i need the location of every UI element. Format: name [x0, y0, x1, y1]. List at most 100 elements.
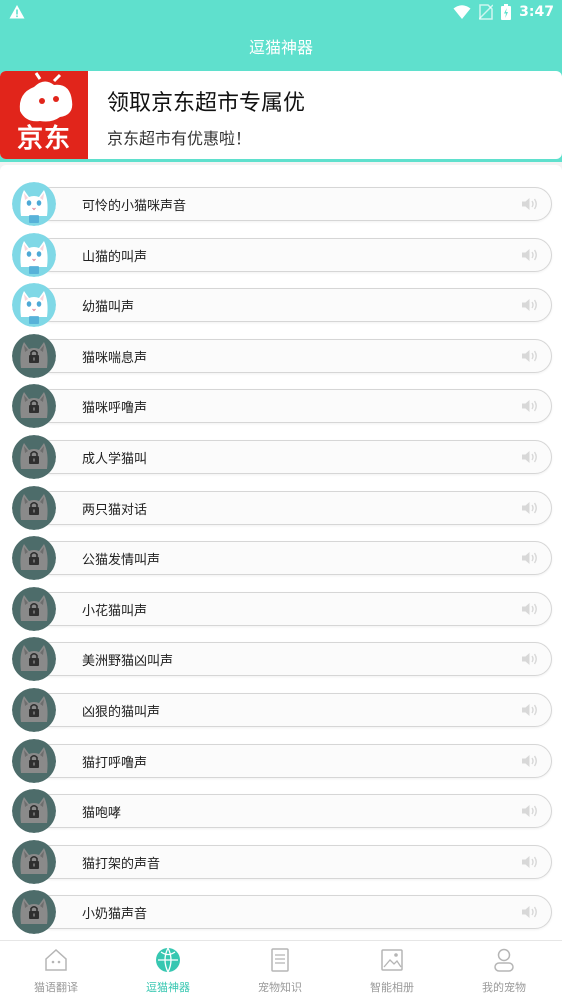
- sound-label: 凶狠的猫叫声: [82, 705, 161, 720]
- sound-label: 山猫的叫声: [82, 249, 148, 265]
- tab-label: 宠物知识: [258, 981, 302, 994]
- sound-play-button[interactable]: 小奶猫声音: [34, 895, 552, 930]
- locked-cat-avatar: [12, 839, 56, 884]
- sound-item[interactable]: 两只猫对话: [0, 485, 562, 532]
- sound-play-button[interactable]: 美洲野猫凶叫声: [34, 642, 552, 677]
- ball-icon: [156, 947, 180, 973]
- sound-label: 公猫发情叫声: [82, 553, 161, 569]
- sound-label: 两只猫对话: [82, 502, 148, 518]
- sound-label: 幼猫叫声: [82, 300, 135, 316]
- app-bar: 逗猫神器: [0, 24, 562, 72]
- battery-icon: [501, 4, 512, 20]
- speaker-icon[interactable]: [521, 297, 539, 313]
- sound-play-button[interactable]: 猫咆哮: [34, 794, 552, 829]
- sound-item[interactable]: 成人学猫叫: [0, 435, 562, 481]
- speaker-icon[interactable]: [521, 753, 539, 769]
- clock: 3:47: [519, 4, 554, 20]
- cat-avatar: [12, 232, 56, 277]
- sound-item[interactable]: 猫打架的声音: [0, 839, 562, 886]
- locked-cat-avatar: [12, 789, 56, 834]
- sound-play-button[interactable]: 猫打架的声音: [34, 844, 552, 879]
- bottom-tab-bar: 猫语翻译 逗猫神器 宠物知识 智能相册 我的宠物: [0, 940, 562, 1000]
- wifi-icon: [453, 5, 471, 19]
- sound-item[interactable]: 美洲野猫凶叫声: [0, 637, 562, 683]
- sound-play-button[interactable]: 山猫的叫声: [34, 237, 552, 272]
- ad-banner[interactable]: 京东 领取京东超市专属优 京东超市有优惠啦！: [0, 71, 562, 159]
- person-icon: [494, 948, 514, 972]
- sound-list: 可怜的小猫咪声音山猫的叫声幼猫叫声猫咪喘息声猫咪呼噜声成人学猫叫两只猫对话公猫发…: [0, 165, 562, 940]
- sound-item[interactable]: 猫咪呼噜声: [0, 384, 562, 430]
- tab-pet-knowledge[interactable]: 宠物知识: [224, 941, 336, 1000]
- sound-label: 小奶猫声音: [82, 907, 148, 923]
- sound-label: 猫打呼噜声: [82, 755, 148, 771]
- locked-cat-avatar: [12, 485, 56, 530]
- locked-cat-avatar: [12, 536, 56, 581]
- sound-item[interactable]: 山猫的叫声: [0, 232, 562, 279]
- speaker-icon[interactable]: [521, 500, 539, 516]
- sound-play-button[interactable]: 猫咪喘息声: [34, 338, 552, 373]
- sound-play-button[interactable]: 猫打呼噜声: [34, 743, 552, 778]
- tab-label: 猫语翻译: [34, 981, 78, 994]
- locked-cat-avatar: [12, 586, 56, 631]
- tab-cat-teaser[interactable]: 逗猫神器: [112, 941, 224, 1000]
- sound-item[interactable]: 凶狠的猫叫声: [0, 688, 562, 734]
- photo-icon: [381, 949, 403, 971]
- locked-cat-avatar: [12, 333, 56, 378]
- sound-play-button[interactable]: 成人学猫叫: [34, 440, 552, 474]
- speaker-icon[interactable]: [521, 601, 539, 617]
- sound-item[interactable]: 公猫发情叫声: [0, 536, 562, 582]
- tab-cat-translate[interactable]: 猫语翻译: [0, 941, 112, 1000]
- page-title: 逗猫神器: [248, 38, 313, 57]
- sound-label: 猫打架的声音: [82, 856, 161, 872]
- sound-label: 成人学猫叫: [82, 452, 148, 467]
- tab-smart-album[interactable]: 智能相册: [336, 941, 448, 1000]
- sound-item[interactable]: 可怜的小猫咪声音: [0, 182, 562, 228]
- no-sim-icon: [479, 4, 494, 20]
- sound-label: 猫咪呼噜声: [82, 401, 148, 417]
- speaker-icon[interactable]: [521, 196, 539, 212]
- jd-logo: 京东: [0, 71, 88, 159]
- sound-play-button[interactable]: 猫咪呼噜声: [34, 389, 552, 424]
- sound-item[interactable]: 猫打呼噜声: [0, 738, 562, 785]
- sound-item[interactable]: 小花猫叫声: [0, 586, 562, 633]
- tab-my-pet[interactable]: 我的宠物: [448, 941, 560, 1000]
- sound-label: 美洲野猫凶叫声: [82, 654, 174, 670]
- tab-label: 逗猫神器: [146, 981, 190, 994]
- speaker-icon[interactable]: [521, 247, 539, 263]
- sound-label: 小花猫叫声: [82, 603, 148, 619]
- speaker-icon[interactable]: [521, 550, 539, 566]
- tab-label: 智能相册: [370, 981, 414, 994]
- status-bar: 3:47: [0, 0, 562, 24]
- locked-cat-avatar: [12, 435, 56, 479]
- locked-cat-avatar: [12, 738, 56, 783]
- speaker-icon[interactable]: [521, 904, 539, 920]
- banner-subtitle: 京东超市有优惠啦！: [107, 129, 252, 148]
- sound-play-button[interactable]: 幼猫叫声: [34, 288, 552, 323]
- sound-item[interactable]: 小奶猫声音: [0, 890, 562, 936]
- sound-item[interactable]: 幼猫叫声: [0, 283, 562, 329]
- jd-logo-text: 京东: [16, 124, 71, 154]
- speaker-icon[interactable]: [521, 348, 539, 364]
- sound-play-button[interactable]: 小花猫叫声: [34, 591, 552, 626]
- sound-label: 猫咪喘息声: [82, 350, 148, 366]
- sound-play-button[interactable]: 凶狠的猫叫声: [34, 693, 552, 727]
- status-icons: 3:47: [453, 3, 554, 21]
- locked-cat-avatar: [12, 688, 56, 732]
- tab-label: 我的宠物: [482, 981, 526, 994]
- document-icon: [271, 948, 289, 972]
- sound-play-button[interactable]: 公猫发情叫声: [34, 541, 552, 576]
- warning-icon: [9, 5, 25, 19]
- speaker-icon[interactable]: [521, 803, 539, 819]
- cat-avatar: [12, 283, 56, 328]
- house-icon: [45, 948, 67, 971]
- speaker-icon[interactable]: [521, 702, 539, 718]
- sound-play-button[interactable]: 两只猫对话: [34, 490, 552, 525]
- speaker-icon[interactable]: [521, 398, 539, 414]
- speaker-icon[interactable]: [521, 449, 539, 465]
- sound-play-button[interactable]: 可怜的小猫咪声音: [34, 187, 552, 221]
- speaker-icon[interactable]: [521, 651, 539, 667]
- speaker-icon[interactable]: [521, 854, 539, 870]
- sound-item[interactable]: 猫咪喘息声: [0, 333, 562, 380]
- sound-item[interactable]: 猫咆哮: [0, 789, 562, 835]
- cat-avatar: [12, 182, 56, 226]
